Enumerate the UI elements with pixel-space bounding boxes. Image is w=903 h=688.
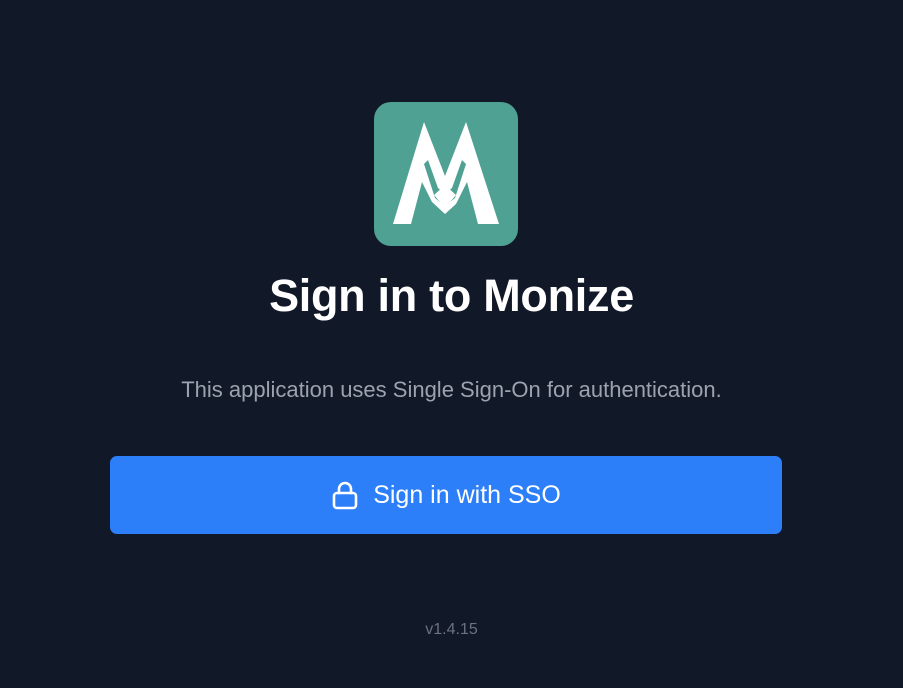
page-title: Sign in to Monize: [269, 270, 634, 321]
sign-in-sso-label: Sign in with SSO: [373, 481, 561, 509]
monize-m-logo-icon: [393, 122, 499, 224]
version-label: v1.4.15: [425, 621, 478, 638]
sign-in-sso-button[interactable]: Sign in with SSO: [110, 456, 782, 534]
page-subtitle: This application uses Single Sign-On for…: [181, 377, 722, 402]
app-logo: [374, 102, 518, 246]
sign-in-page: Sign in to Monize This application uses …: [0, 0, 903, 688]
lock-icon: [331, 480, 359, 510]
